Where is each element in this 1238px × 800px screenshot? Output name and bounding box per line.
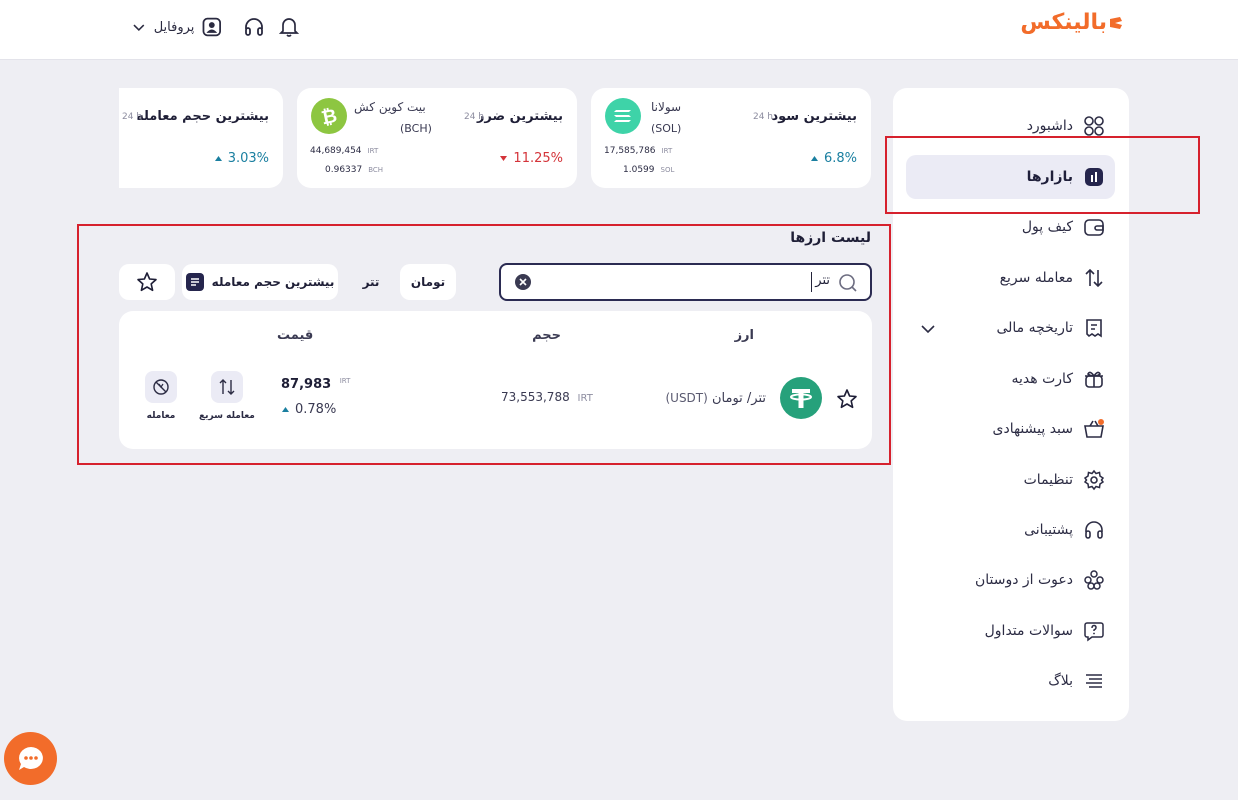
sidebar-item-label: پشتیبانی	[1024, 522, 1073, 538]
sidebar-item-financial-history[interactable]: تاریخچه مالی	[996, 316, 1105, 340]
card-change: 11.25%	[500, 151, 563, 166]
svg-text:₿: ₿	[319, 105, 339, 130]
sidebar-item-faq[interactable]: سوالات متداول	[985, 619, 1105, 643]
sidebar-item-label: بلاگ	[1048, 673, 1073, 689]
chevron-down-icon[interactable]	[920, 321, 936, 337]
gift-icon	[1085, 371, 1103, 388]
headphones-icon	[1085, 521, 1103, 539]
chevron-down-icon	[133, 24, 145, 32]
coin-symbol: (BCH)	[400, 122, 432, 135]
irt-value: 17,585,786 IRT	[604, 146, 673, 156]
card-period: 24 h	[463, 112, 484, 122]
highlight-markets	[885, 136, 1200, 214]
sidebar-item-blog[interactable]: بلاگ	[1048, 669, 1105, 693]
sidebar-item-label: داشبورد	[1026, 118, 1073, 134]
chat-button[interactable]	[4, 732, 57, 785]
logo-mark-icon	[1110, 16, 1122, 29]
card-change: 3.03%	[214, 151, 269, 166]
brand-logo[interactable]: بالینکس	[1020, 10, 1123, 35]
solana-logo-icon	[605, 98, 641, 134]
profile-menu[interactable]: پروفایل	[132, 16, 222, 38]
card-period: 24 h	[122, 112, 143, 122]
basket-icon	[1084, 419, 1104, 438]
coin-name: سولانا	[651, 100, 682, 114]
receipt-icon	[1086, 319, 1102, 338]
sidebar-item-label: سبد پیشنهادی	[992, 421, 1074, 437]
triangle-up-icon	[214, 156, 222, 161]
card-title: بیشترین ضرر	[476, 109, 563, 124]
wallet-icon	[1084, 219, 1104, 236]
gear-icon	[1083, 469, 1105, 491]
sidebar-item-label: دعوت از دوستان	[974, 572, 1073, 588]
bell-icon[interactable]	[279, 16, 299, 38]
bitcoin-cash-logo-icon: ₿	[311, 98, 347, 134]
menu-icon	[1086, 674, 1102, 688]
swap-icon	[1085, 268, 1103, 288]
friends-icon	[1084, 570, 1104, 590]
sidebar-item-label: تنظیمات	[1023, 472, 1073, 488]
question-icon	[1084, 622, 1104, 642]
sidebar-item-invite-friends[interactable]: دعوت از دوستان	[975, 568, 1105, 592]
coin-name: بیت کوین کش	[354, 100, 426, 114]
triangle-down-icon	[500, 156, 508, 161]
sidebar-item-label: تاریخچه مالی	[996, 320, 1073, 336]
top-bar: بالینکس پروفایل	[0, 0, 1238, 60]
sidebar-item-dashboard[interactable]: داشبورد	[1027, 114, 1105, 138]
sidebar-item-wallet[interactable]: کیف پول	[1022, 215, 1105, 239]
chat-icon	[18, 746, 43, 770]
card-period: 24 h	[752, 112, 773, 122]
highlight-currency-list	[77, 224, 891, 465]
coin-value: 0.96337 BCH	[325, 165, 384, 175]
grid-icon	[1084, 116, 1104, 136]
sidebar-item-quick-trade[interactable]: معامله سریع	[1000, 266, 1105, 290]
sidebar-item-label: کیف پول	[1021, 219, 1073, 235]
profile-label: پروفایل	[153, 19, 195, 35]
sidebar-item-label: سوالات متداول	[984, 623, 1073, 639]
card-change: 6.8%	[810, 151, 857, 166]
coin-symbol: (SOL)	[651, 122, 682, 135]
card-top-volume[interactable]: بیشترین حجم معامله 24 h 3.03%	[119, 88, 283, 188]
brand-name: بالینکس	[1020, 10, 1108, 35]
sidebar-item-support[interactable]: پشتیبانی	[1024, 518, 1105, 542]
sidebar-item-settings[interactable]: تنظیمات	[1024, 468, 1105, 492]
headphones-icon[interactable]	[243, 16, 265, 38]
sidebar-item-label: معامله سریع	[999, 270, 1073, 286]
card-title: بیشترین سود	[771, 109, 857, 124]
user-icon	[203, 17, 222, 37]
triangle-up-icon	[810, 156, 818, 161]
card-title: بیشترین حجم معامله	[136, 109, 269, 124]
sidebar-item-gift-card[interactable]: کارت هدیه	[1012, 367, 1105, 391]
card-top-gainer[interactable]: بیشترین سود 24 h 6.8% سولانا (SOL) 17,58…	[591, 88, 871, 188]
irt-value: 44,689,454 IRT	[310, 146, 379, 156]
sidebar-item-label: کارت هدیه	[1011, 371, 1073, 387]
sidebar-item-suggested-basket[interactable]: سبد پیشنهادی	[993, 417, 1106, 441]
coin-value: 1.0599 SOL	[623, 165, 675, 175]
card-top-loser[interactable]: بیشترین ضرر 24 h 11.25% بیت کوین کش (BCH…	[297, 88, 577, 188]
